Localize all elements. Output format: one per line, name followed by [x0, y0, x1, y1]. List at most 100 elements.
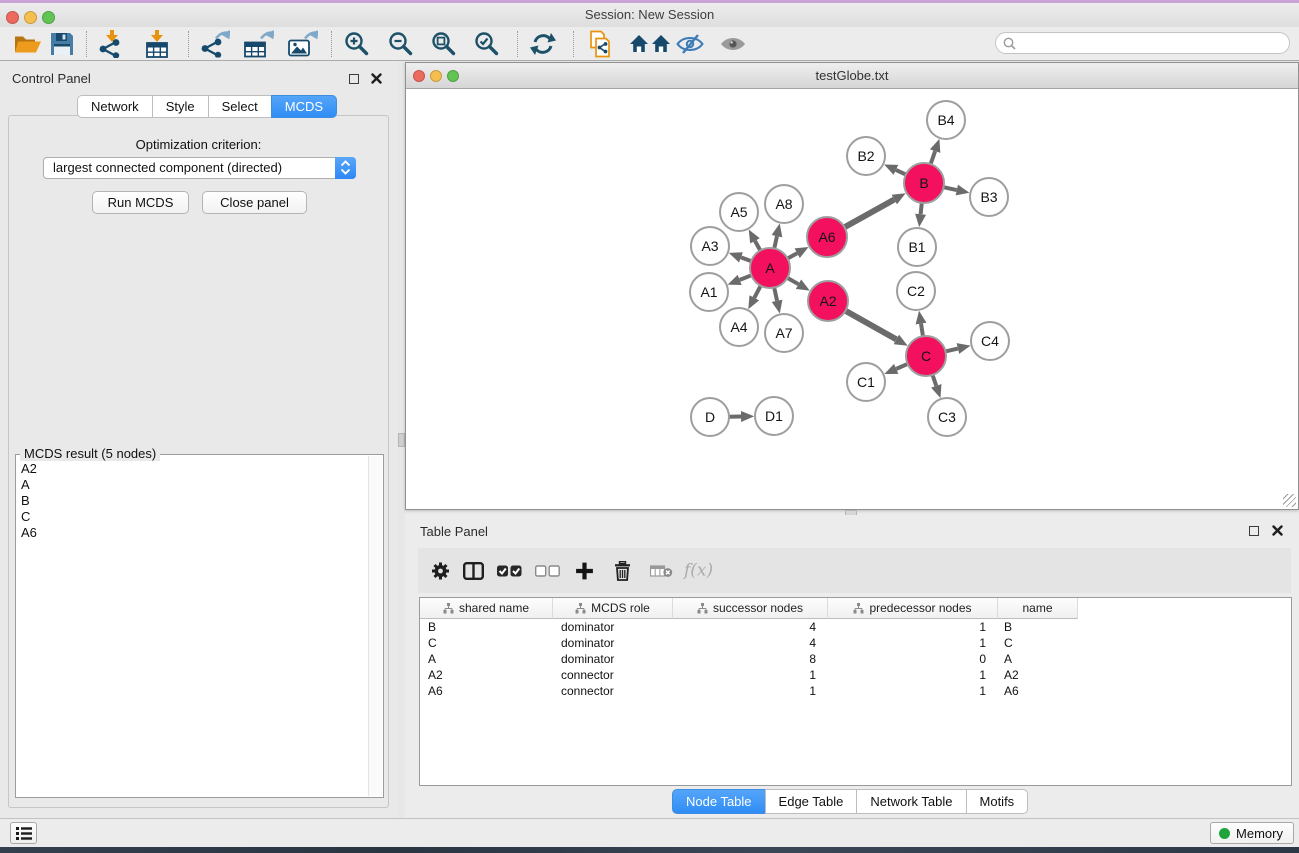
cell-mcds_role[interactable]: dominator	[553, 619, 673, 635]
mcds-result-item[interactable]: B	[19, 493, 368, 509]
save-session-button[interactable]	[50, 32, 74, 56]
graph-node-A1[interactable]: A1	[690, 273, 728, 311]
graph-edge-A6-B[interactable]	[844, 200, 894, 228]
cell-mcds_role[interactable]: dominator	[553, 635, 673, 651]
graph-node-C2[interactable]: C2	[897, 272, 935, 310]
graph-edge-C-C2[interactable]	[921, 324, 923, 337]
select-all-columns-button[interactable]	[497, 565, 522, 577]
cell-shared_name[interactable]: A	[420, 651, 553, 667]
graph-edge-A-A4[interactable]	[754, 286, 760, 298]
mcds-result-item[interactable]: A	[19, 477, 368, 493]
graph-node-C[interactable]: C	[906, 336, 946, 376]
tab-network-table[interactable]: Network Table	[856, 789, 966, 814]
cell-predecessor_nodes[interactable]: 0	[828, 651, 998, 667]
cell-name[interactable]: A2	[998, 667, 1078, 683]
show-task-history-button[interactable]	[10, 822, 37, 844]
mcds-result-item[interactable]: A6	[19, 525, 368, 541]
cell-shared_name[interactable]: A2	[420, 667, 553, 683]
cell-successor_nodes[interactable]: 4	[673, 619, 828, 635]
optimization-criterion-select[interactable]: largest connected component (directed)	[43, 157, 356, 179]
export-network-button[interactable]	[200, 30, 230, 57]
graph-edge-B-B4[interactable]	[931, 151, 936, 164]
graph-edge-A-A1[interactable]	[740, 275, 752, 280]
graph-edge-C-C1[interactable]	[896, 364, 907, 369]
memory-status-button[interactable]: Memory	[1210, 822, 1294, 844]
graph-edge-B-B1[interactable]	[921, 203, 922, 214]
network-canvas[interactable]: B4B2BB3A8A5A6A3B1AA1C2A2A4A7C4CC1C3DD1	[406, 89, 1298, 509]
tab-node-table[interactable]: Node Table	[672, 789, 766, 814]
graph-node-A6[interactable]: A6	[807, 217, 847, 257]
graph-edge-A-A7[interactable]	[774, 288, 777, 301]
tab-network[interactable]: Network	[77, 95, 153, 118]
cell-successor_nodes[interactable]: 1	[673, 683, 828, 699]
import-table-button[interactable]	[144, 30, 170, 58]
graph-node-A5[interactable]: A5	[720, 193, 758, 231]
cell-predecessor_nodes[interactable]: 1	[828, 683, 998, 699]
graph-node-A2[interactable]: A2	[808, 281, 848, 321]
export-table-button[interactable]	[244, 30, 274, 57]
tab-edge-table[interactable]: Edge Table	[765, 789, 858, 814]
tab-style[interactable]: Style	[152, 95, 209, 118]
close-panel-action-button[interactable]: Close panel	[202, 191, 307, 214]
graph-edge-C-C3[interactable]	[933, 375, 937, 386]
vertical-split-divider[interactable]	[397, 61, 405, 818]
table-settings-button[interactable]	[431, 561, 450, 580]
mcds-result-item[interactable]: A2	[19, 461, 368, 477]
cell-shared_name[interactable]: A6	[420, 683, 553, 699]
graph-node-A4[interactable]: A4	[720, 308, 758, 346]
graph-edge-B-B2[interactable]	[896, 170, 906, 175]
create-column-button[interactable]	[574, 560, 595, 581]
graph-edge-A-A5[interactable]	[755, 241, 760, 251]
zoom-selected-button[interactable]	[474, 31, 500, 57]
show-details-button[interactable]	[720, 36, 746, 52]
mcds-result-scrollbar[interactable]	[368, 456, 382, 796]
column-header-shared-name[interactable]: shared name	[420, 598, 553, 619]
refresh-view-button[interactable]	[530, 31, 557, 57]
network-graph[interactable]: B4B2BB3A8A5A6A3B1AA1C2A2A4A7C4CC1C3DD1	[406, 89, 1298, 509]
graph-node-C3[interactable]: C3	[928, 398, 966, 436]
unselect-all-columns-button[interactable]	[535, 565, 560, 577]
graph-node-B1[interactable]: B1	[898, 228, 936, 266]
cell-successor_nodes[interactable]: 4	[673, 635, 828, 651]
export-image-button[interactable]	[288, 30, 318, 57]
graph-edge-A-A3[interactable]	[741, 257, 751, 261]
cell-name[interactable]: A	[998, 651, 1078, 667]
cell-successor_nodes[interactable]: 8	[673, 651, 828, 667]
delete-column-button[interactable]	[614, 561, 631, 581]
run-mcds-button[interactable]: Run MCDS	[92, 191, 189, 214]
graph-node-B2[interactable]: B2	[847, 137, 885, 175]
graph-node-C1[interactable]: C1	[847, 363, 885, 401]
close-table-panel-button[interactable]	[1272, 525, 1283, 536]
tab-select[interactable]: Select	[208, 95, 272, 118]
show-column-browser-button[interactable]	[463, 562, 484, 580]
import-network-button[interactable]	[98, 30, 125, 58]
graph-node-A8[interactable]: A8	[765, 185, 803, 223]
graph-edge-A-A8[interactable]	[774, 236, 777, 248]
graph-node-B3[interactable]: B3	[970, 178, 1008, 216]
graph-node-A3[interactable]: A3	[691, 227, 729, 265]
search-input[interactable]	[1020, 34, 1284, 54]
graph-edge-A-A2[interactable]	[787, 278, 798, 284]
tab-mcds[interactable]: MCDS	[271, 95, 337, 118]
zoom-in-button[interactable]	[344, 31, 370, 57]
cell-mcds_role[interactable]: connector	[553, 667, 673, 683]
column-header-name[interactable]: name	[998, 598, 1078, 619]
cell-successor_nodes[interactable]: 1	[673, 667, 828, 683]
graph-node-C4[interactable]: C4	[971, 322, 1009, 360]
graph-node-B[interactable]: B	[904, 163, 944, 203]
graph-edge-B-B3[interactable]	[944, 187, 957, 190]
cell-predecessor_nodes[interactable]: 1	[828, 635, 998, 651]
graph-edge-C-C4[interactable]	[945, 349, 957, 352]
graph-node-A[interactable]: A	[750, 248, 790, 288]
cell-mcds_role[interactable]: connector	[553, 683, 673, 699]
zoom-out-button[interactable]	[388, 31, 414, 57]
graph-node-D1[interactable]: D1	[755, 397, 793, 435]
home-button[interactable]	[630, 34, 670, 54]
clone-network-button[interactable]	[588, 30, 614, 57]
column-header-mcds-role[interactable]: MCDS role	[553, 598, 673, 619]
hide-details-button[interactable]	[676, 34, 704, 53]
graph-edge-A-A6[interactable]	[788, 253, 798, 258]
cell-mcds_role[interactable]: dominator	[553, 651, 673, 667]
cell-shared_name[interactable]: B	[420, 619, 553, 635]
float-panel-button[interactable]	[349, 74, 359, 84]
